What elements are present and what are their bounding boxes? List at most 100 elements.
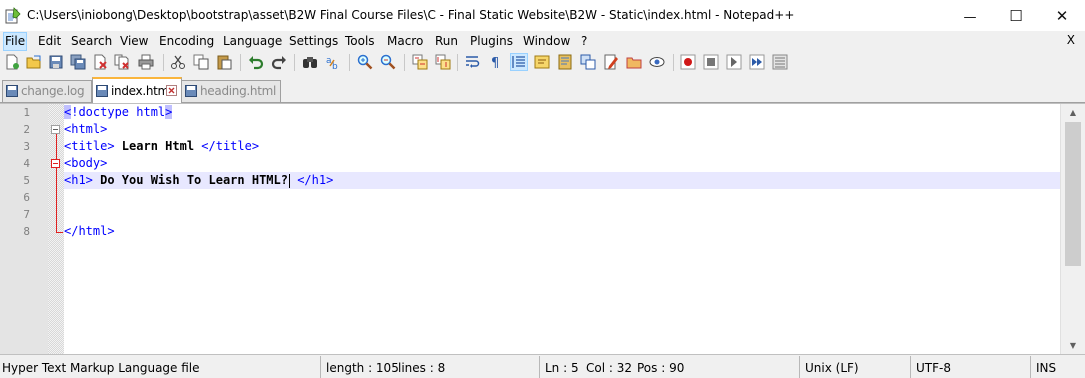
- menu-settings[interactable]: Settings: [289, 33, 338, 50]
- close-icon[interactable]: [92, 54, 108, 70]
- toolbar-separator: [294, 54, 295, 71]
- record-macro-icon[interactable]: [680, 54, 696, 70]
- scroll-up-icon[interactable]: ▲: [1061, 104, 1085, 121]
- save-all-icon[interactable]: [70, 54, 86, 70]
- folder-icon[interactable]: [626, 54, 642, 70]
- status-position-section: Ln : 5 Col : 32 Pos : 90: [540, 356, 800, 378]
- line-number: 7: [23, 208, 30, 221]
- close-icon: ✕: [1055, 7, 1069, 25]
- fold-toggle-body[interactable]: [51, 159, 60, 168]
- menu-plugins[interactable]: Plugins: [470, 33, 513, 50]
- replace-icon[interactable]: ab: [325, 54, 341, 70]
- toolbar-separator: [404, 54, 405, 71]
- line-number: 2: [23, 123, 30, 136]
- stop-recording-icon[interactable]: [703, 54, 719, 70]
- minimize-icon: —: [963, 10, 977, 25]
- html-tag: </title>: [201, 139, 260, 153]
- document-map-icon[interactable]: [557, 54, 573, 70]
- toolbar-separator: [457, 54, 458, 71]
- close-all-icon[interactable]: [114, 54, 130, 70]
- undo-icon[interactable]: [248, 54, 264, 70]
- line-number-gutter: 1 2 3 4 5 6 7 8: [0, 104, 48, 354]
- toolbar: ab ¶: [0, 51, 1085, 74]
- open-file-icon[interactable]: [26, 54, 42, 70]
- folder-as-workspace-icon[interactable]: [603, 54, 619, 70]
- line-number: 8: [23, 225, 30, 238]
- status-file-type: Hyper Text Markup Language file: [2, 361, 200, 375]
- menu-search[interactable]: Search: [71, 33, 112, 50]
- tab-label: change.log: [21, 84, 85, 98]
- html-tag: <title>: [64, 139, 115, 153]
- saved-file-icon: [185, 85, 197, 97]
- close-window-button[interactable]: ✕: [1039, 0, 1085, 31]
- status-mode-section[interactable]: INS: [1031, 356, 1085, 378]
- status-lines: lines : 8: [398, 361, 446, 375]
- new-file-icon[interactable]: [4, 54, 20, 70]
- scrollbar-thumb[interactable]: [1065, 122, 1081, 266]
- print-icon[interactable]: [138, 54, 154, 70]
- vertical-scrollbar[interactable]: ▲ ▼: [1060, 104, 1085, 354]
- zoom-in-icon[interactable]: [357, 54, 373, 70]
- user-defined-language-icon[interactable]: [534, 54, 550, 70]
- sync-vertical-icon[interactable]: [412, 54, 428, 70]
- line-number: 4: [23, 157, 30, 170]
- sync-horizontal-icon[interactable]: [435, 54, 451, 70]
- run-macro-multiple-icon[interactable]: [749, 54, 765, 70]
- line-number: 3: [23, 140, 30, 153]
- window-title: C:\Users\iniobong\Desktop\bootstrap\asse…: [27, 8, 795, 22]
- find-icon[interactable]: [302, 54, 318, 70]
- cut-icon[interactable]: [170, 54, 186, 70]
- menu-window[interactable]: Window: [523, 33, 570, 50]
- tab-close-icon[interactable]: [166, 85, 177, 96]
- indent-guide-icon[interactable]: [510, 53, 528, 71]
- maximize-button[interactable]: ☐: [993, 0, 1039, 31]
- show-all-characters-icon[interactable]: ¶: [488, 54, 504, 70]
- status-eol: Unix (LF): [805, 361, 859, 375]
- monitoring-icon[interactable]: [649, 54, 665, 70]
- save-icon[interactable]: [48, 54, 64, 70]
- status-file-type-section: Hyper Text Markup Language file: [0, 356, 321, 378]
- status-encoding-section[interactable]: UTF-8: [911, 356, 1031, 378]
- word-wrap-icon[interactable]: [465, 54, 481, 70]
- tab-heading-html[interactable]: heading.html: [181, 80, 281, 102]
- menu-run[interactable]: Run: [435, 33, 458, 50]
- tab-change-log[interactable]: change.log: [2, 80, 92, 102]
- toolbar-separator: [240, 54, 241, 71]
- status-eol-section[interactable]: Unix (LF): [800, 356, 911, 378]
- editor[interactable]: 1 2 3 4 5 6 7 8 <!doctype html> <html> <…: [0, 103, 1085, 355]
- title-bar: C:\Users\iniobong\Desktop\bootstrap\asse…: [0, 0, 1085, 31]
- minimize-button[interactable]: —: [947, 0, 993, 31]
- paste-icon[interactable]: [216, 54, 232, 70]
- doctype-text: !doctype html: [71, 105, 166, 119]
- fold-guide-line: [56, 168, 57, 232]
- line-number: 5: [23, 174, 30, 187]
- code-line-8: </html>: [64, 223, 115, 240]
- code-area[interactable]: <!doctype html> <html> <title> Learn Htm…: [64, 104, 1061, 354]
- menu-bar: File Edit Search View Encoding Language …: [0, 31, 1085, 51]
- playback-macro-icon[interactable]: [726, 54, 742, 70]
- tab-index-html[interactable]: index.html: [92, 77, 182, 104]
- saved-file-icon: [96, 85, 108, 97]
- save-macro-icon[interactable]: [772, 54, 788, 70]
- toolbar-separator: [163, 54, 164, 71]
- menu-file[interactable]: File: [2, 32, 28, 51]
- menu-view[interactable]: View: [120, 33, 148, 50]
- copy-icon[interactable]: [193, 54, 209, 70]
- menu-tools[interactable]: Tools: [345, 33, 375, 50]
- brace-match-highlight: >: [165, 105, 173, 119]
- maximize-icon: ☐: [1009, 7, 1023, 25]
- fold-toggle-html[interactable]: [51, 125, 60, 134]
- menu-encoding[interactable]: Encoding: [159, 33, 214, 50]
- menu-macro[interactable]: Macro: [387, 33, 423, 50]
- function-list-icon[interactable]: [580, 54, 596, 70]
- scroll-down-icon[interactable]: ▼: [1061, 337, 1085, 354]
- zoom-out-icon[interactable]: [380, 54, 396, 70]
- status-length: length : 105: [326, 361, 399, 375]
- status-col: Col : 32: [586, 361, 632, 375]
- menu-edit[interactable]: Edit: [38, 33, 61, 50]
- menu-language[interactable]: Language: [223, 33, 282, 50]
- close-document-button[interactable]: X: [1067, 33, 1075, 47]
- redo-icon[interactable]: [271, 54, 287, 70]
- menu-help[interactable]: ?: [581, 33, 587, 50]
- tab-bar: change.log index.html heading.html: [0, 76, 1085, 104]
